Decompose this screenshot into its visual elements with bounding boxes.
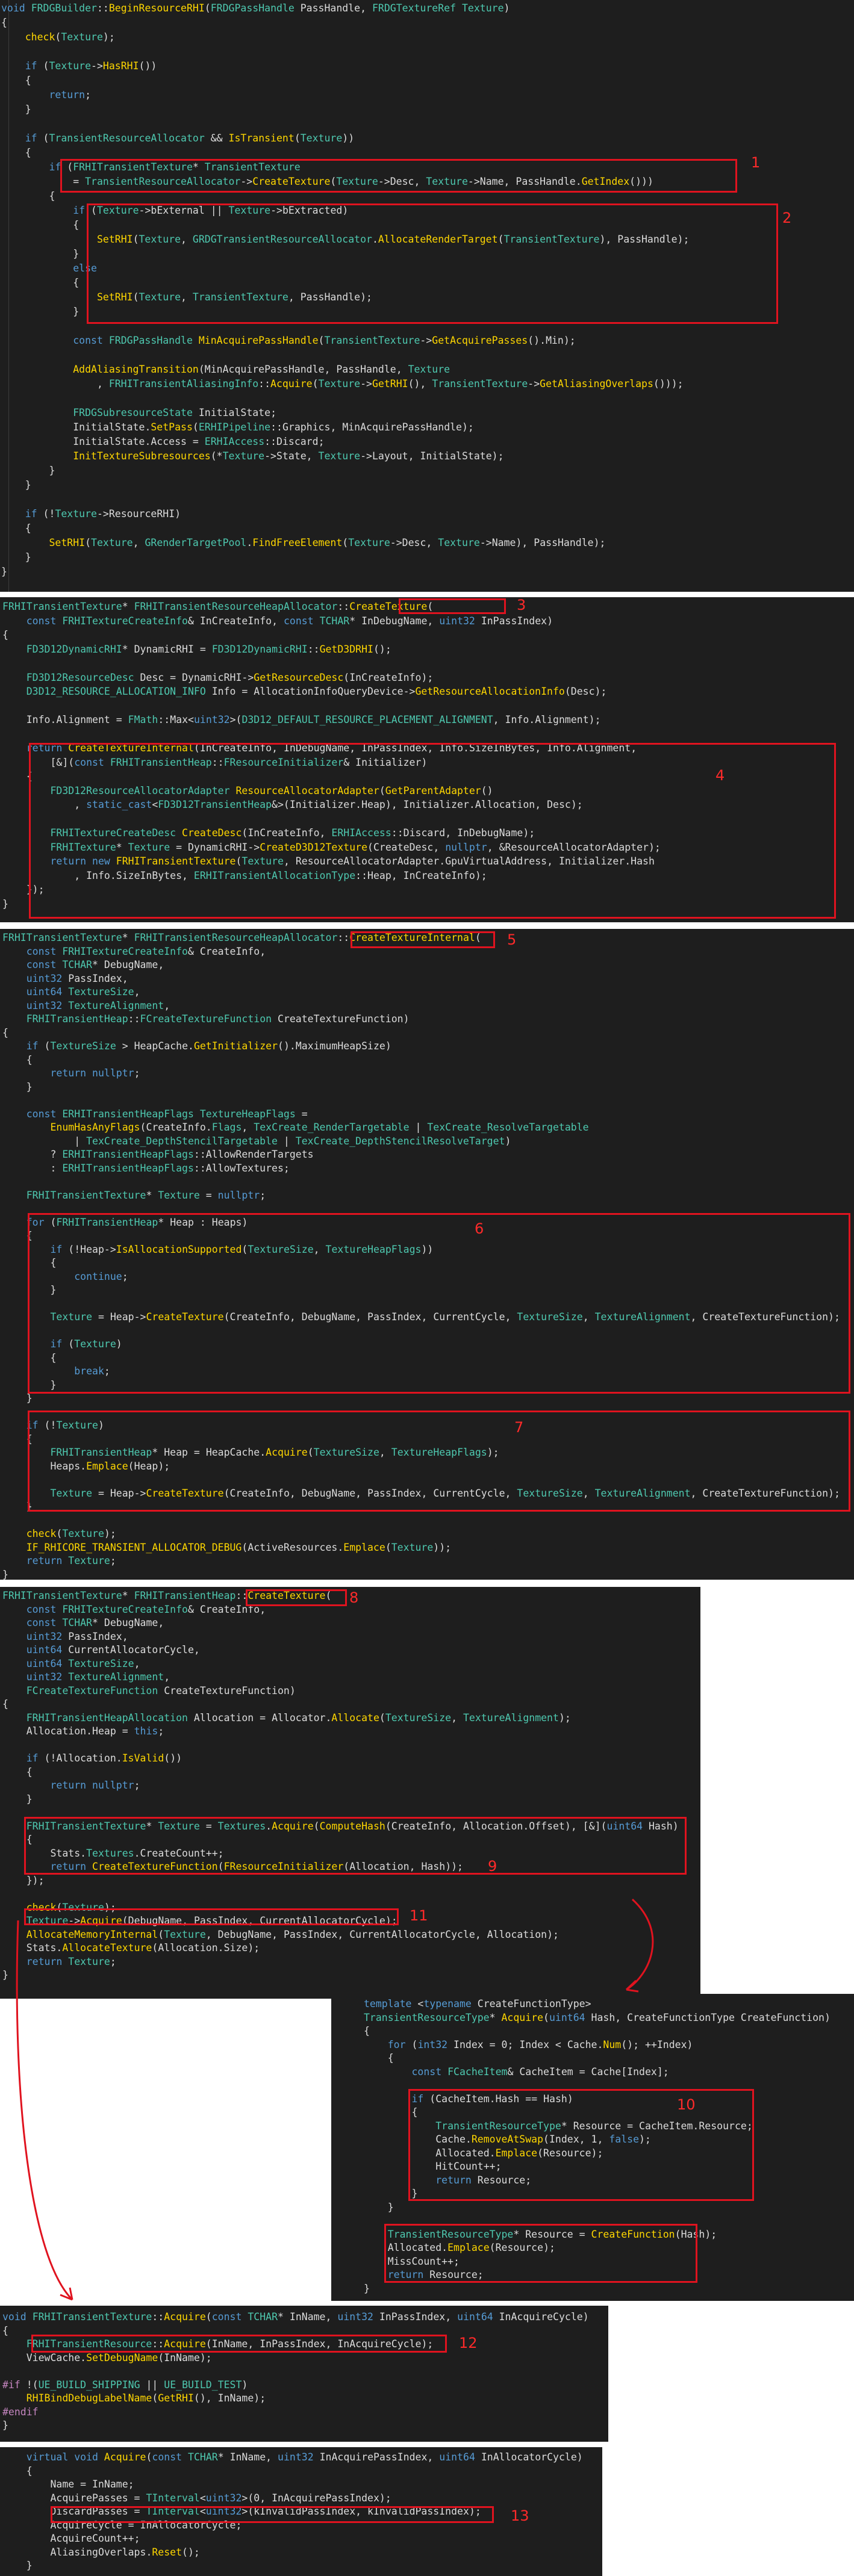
arrow-to-cache-acquire [626, 1898, 654, 1991]
arrow-to-texture-acquire [16, 1920, 73, 2301]
annotation-arrows [16, 1898, 654, 2301]
